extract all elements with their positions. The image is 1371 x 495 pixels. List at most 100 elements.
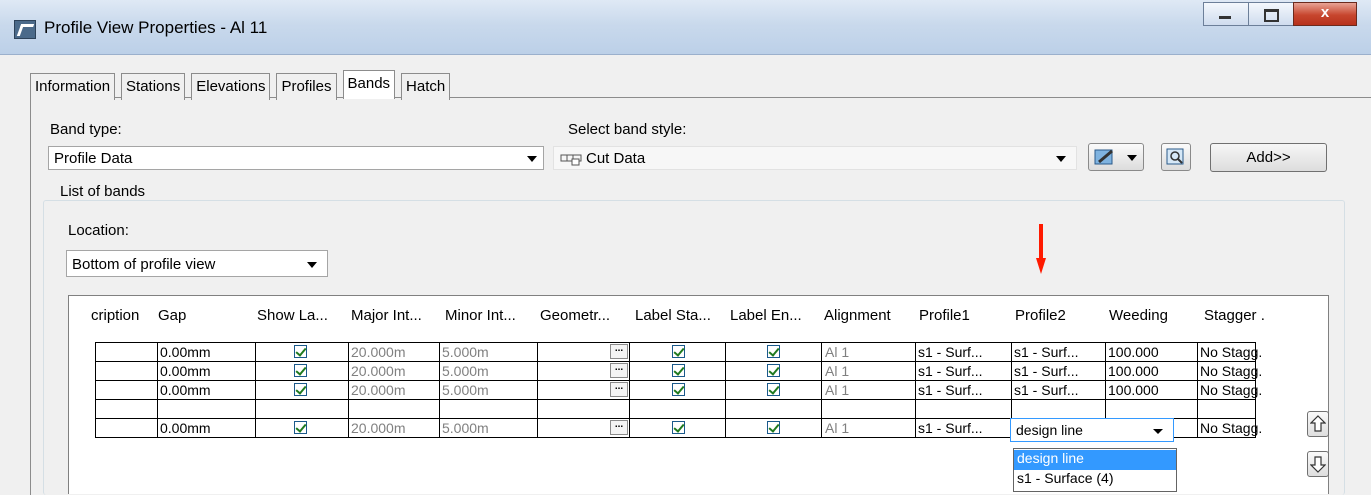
band-type-select[interactable]: Profile Data bbox=[48, 146, 544, 170]
close-icon: x bbox=[1320, 4, 1330, 21]
band-style-icon bbox=[560, 154, 582, 166]
chevron-down-icon bbox=[1153, 429, 1163, 434]
profile2-dropdown-value: design line bbox=[1016, 422, 1083, 438]
weeding-cell[interactable]: 100.000 bbox=[1108, 382, 1159, 398]
label-start-checkbox[interactable] bbox=[672, 421, 685, 434]
gap-cell[interactable]: 0.00mm bbox=[160, 382, 211, 398]
dropdown-option[interactable]: design line bbox=[1014, 450, 1176, 470]
tab-hatch[interactable]: Hatch bbox=[401, 73, 451, 100]
column-header[interactable]: cription bbox=[91, 307, 139, 324]
grid-line bbox=[95, 342, 96, 438]
tab-information[interactable]: Information bbox=[30, 73, 116, 100]
chevron-down-icon bbox=[1056, 156, 1066, 162]
geometry-points-ellipsis-button[interactable]: ... bbox=[610, 363, 628, 378]
weeding-cell[interactable]: 100.000 bbox=[1108, 363, 1159, 379]
column-header[interactable]: Minor Int... bbox=[445, 307, 516, 324]
minor-interval-cell[interactable]: 5.000m bbox=[442, 382, 489, 398]
title-bar[interactable]: Profile View Properties - Al 11 x bbox=[0, 0, 1371, 55]
stagger-cell[interactable]: No Stagg. bbox=[1200, 363, 1262, 379]
minimize-button[interactable] bbox=[1203, 2, 1249, 26]
band-style-select[interactable]: Cut Data bbox=[553, 146, 1077, 170]
profile2-dropdown[interactable]: design line bbox=[1010, 418, 1174, 442]
column-header[interactable]: Profile1 bbox=[919, 307, 970, 324]
red-arrow-shaft bbox=[1039, 224, 1043, 260]
label-start-checkbox[interactable] bbox=[672, 383, 685, 396]
label-start-checkbox[interactable] bbox=[672, 345, 685, 358]
label-end-checkbox[interactable] bbox=[767, 421, 780, 434]
label-end-checkbox[interactable] bbox=[767, 345, 780, 358]
alignment-cell[interactable]: Al 1 bbox=[825, 344, 849, 360]
stagger-cell[interactable]: No Stagg. bbox=[1200, 420, 1262, 436]
stagger-cell[interactable]: No Stagg. bbox=[1200, 382, 1262, 398]
minor-interval-cell[interactable]: 5.000m bbox=[442, 420, 489, 436]
minor-interval-cell[interactable]: 5.000m bbox=[442, 363, 489, 379]
profile2-cell[interactable]: s1 - Surf... bbox=[1014, 344, 1079, 360]
band-style-value: Cut Data bbox=[586, 150, 646, 167]
close-button[interactable]: x bbox=[1293, 2, 1357, 26]
column-header[interactable]: Alignment bbox=[824, 307, 891, 324]
weeding-cell[interactable]: 100.000 bbox=[1108, 344, 1159, 360]
column-header[interactable]: Weeding bbox=[1109, 307, 1168, 324]
major-interval-cell[interactable]: 20.000m bbox=[351, 382, 405, 398]
alignment-cell[interactable]: Al 1 bbox=[825, 382, 849, 398]
gap-cell[interactable]: 0.00mm bbox=[160, 363, 211, 379]
column-header[interactable]: Gap bbox=[158, 307, 186, 324]
major-interval-cell[interactable]: 20.000m bbox=[351, 363, 405, 379]
label-end-checkbox[interactable] bbox=[767, 364, 780, 377]
show-labels-checkbox[interactable] bbox=[294, 345, 307, 358]
location-select[interactable]: Bottom of profile view bbox=[66, 250, 328, 277]
major-interval-cell[interactable]: 20.000m bbox=[351, 344, 405, 360]
column-header[interactable]: Geometr... bbox=[540, 307, 610, 324]
preview-magnifier-icon bbox=[1166, 148, 1184, 165]
chevron-down-icon bbox=[307, 262, 317, 268]
stagger-cell[interactable]: No Stagg. bbox=[1200, 344, 1262, 360]
profile1-cell[interactable]: s1 - Surf... bbox=[918, 420, 983, 436]
show-labels-checkbox[interactable] bbox=[294, 364, 307, 377]
grid-line bbox=[915, 342, 916, 438]
label-end-checkbox[interactable] bbox=[767, 383, 780, 396]
column-header[interactable]: Label En... bbox=[730, 307, 802, 324]
profile1-cell[interactable]: s1 - Surf... bbox=[918, 363, 983, 379]
major-interval-cell[interactable]: 20.000m bbox=[351, 420, 405, 436]
chevron-down-icon bbox=[1127, 155, 1137, 161]
move-down-button[interactable] bbox=[1307, 451, 1329, 477]
column-header[interactable]: Show La... bbox=[257, 307, 328, 324]
grid-line bbox=[1197, 342, 1198, 438]
geometry-points-ellipsis-button[interactable]: ... bbox=[610, 420, 628, 435]
profile2-cell[interactable]: s1 - Surf... bbox=[1014, 382, 1079, 398]
maximize-button[interactable] bbox=[1248, 2, 1294, 26]
profile1-cell[interactable]: s1 - Surf... bbox=[918, 382, 983, 398]
tab-stations[interactable]: Stations bbox=[121, 73, 186, 100]
tab-profiles[interactable]: Profiles bbox=[276, 73, 337, 100]
tab-elevations[interactable]: Elevations bbox=[191, 73, 271, 100]
minor-interval-cell[interactable]: 5.000m bbox=[442, 344, 489, 360]
profile1-cell[interactable]: s1 - Surf... bbox=[918, 344, 983, 360]
grid-line bbox=[348, 342, 349, 438]
column-header[interactable]: Stagger . bbox=[1204, 307, 1265, 324]
red-annotation-arrow-icon bbox=[1036, 224, 1046, 274]
profile2-dropdown-list: design line s1 - Surface (4) bbox=[1013, 448, 1177, 492]
label-start-checkbox[interactable] bbox=[672, 364, 685, 377]
column-header[interactable]: Label Sta... bbox=[635, 307, 711, 324]
geometry-points-ellipsis-button[interactable]: ... bbox=[610, 344, 628, 359]
alignment-cell[interactable]: Al 1 bbox=[825, 363, 849, 379]
alignment-cell[interactable]: Al 1 bbox=[825, 420, 849, 436]
show-labels-checkbox[interactable] bbox=[294, 421, 307, 434]
preview-style-button[interactable] bbox=[1161, 143, 1191, 171]
grid-line bbox=[439, 342, 440, 438]
grid-line bbox=[157, 342, 158, 438]
add-button[interactable]: Add>> bbox=[1210, 143, 1327, 172]
arrow-up-icon bbox=[1310, 415, 1326, 432]
band-type-value: Profile Data bbox=[54, 150, 133, 167]
edit-style-dropdown-button[interactable] bbox=[1088, 143, 1144, 171]
dropdown-option[interactable]: s1 - Surface (4) bbox=[1014, 470, 1176, 490]
show-labels-checkbox[interactable] bbox=[294, 383, 307, 396]
column-header[interactable]: Major Int... bbox=[351, 307, 422, 324]
gap-cell[interactable]: 0.00mm bbox=[160, 420, 211, 436]
profile2-cell[interactable]: s1 - Surf... bbox=[1014, 363, 1079, 379]
gap-cell[interactable]: 0.00mm bbox=[160, 344, 211, 360]
geometry-points-ellipsis-button[interactable]: ... bbox=[610, 382, 628, 397]
column-header[interactable]: Profile2 bbox=[1015, 307, 1066, 324]
tab-bands[interactable]: Bands bbox=[342, 70, 396, 99]
move-up-button[interactable] bbox=[1307, 411, 1329, 437]
